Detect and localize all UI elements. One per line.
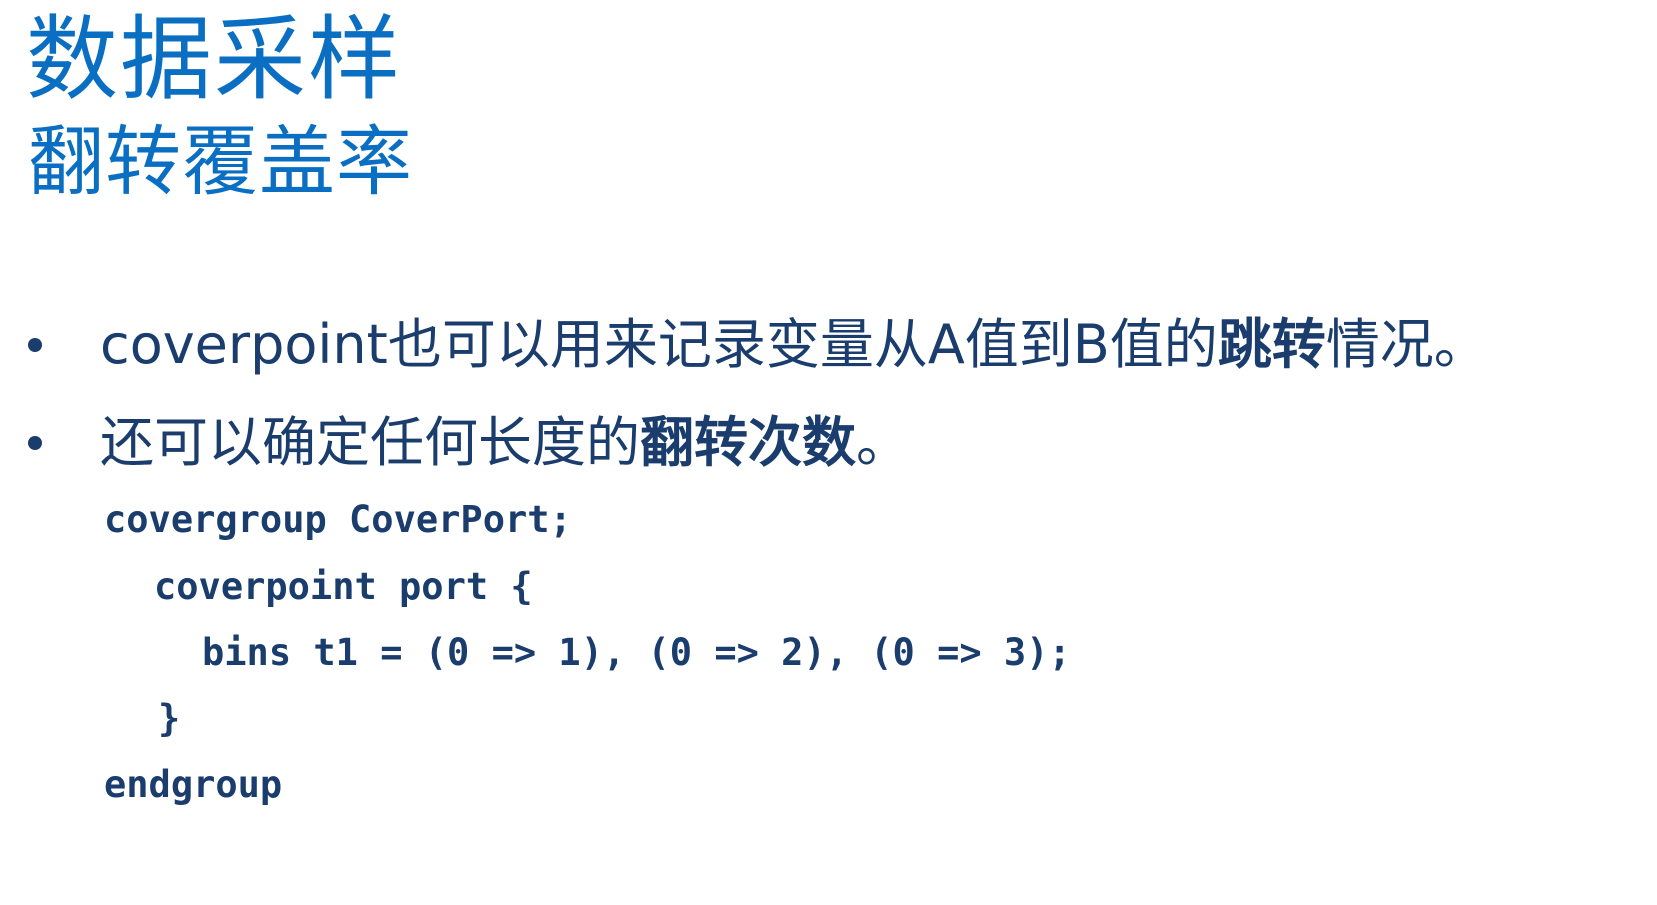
slide: 数据采样 翻转覆盖率 coverpoint也可以用来记录变量从A值到B值的跳转情… [0, 0, 1657, 905]
code-line: coverpoint port { [154, 565, 533, 608]
slide-title: 数据采样 [26, 6, 403, 113]
code-line: endgroup [104, 763, 283, 806]
bullet-text: 还可以确定任何长度的翻转次数。 [100, 408, 910, 478]
bullet-text: coverpoint也可以用来记录变量从A值到B值的跳转情况。 [100, 310, 1488, 380]
bullet-text-bold: 跳转 [1217, 313, 1326, 376]
bullet-text-part: coverpoint也可以用来记录变量从A值到B值的 [100, 313, 1218, 376]
bullet-text-part: 情况。 [1325, 313, 1488, 376]
code-line: } [158, 697, 181, 740]
code-line: covergroup CoverPort; [104, 498, 572, 541]
code-line: bins t1 = (0 => 1), (0 => 2), (0 => 3); [202, 631, 1071, 674]
slide-subtitle: 翻转覆盖率 [28, 117, 413, 206]
bullet-text-bold: 翻转次数 [640, 411, 856, 474]
bullet-dot-icon [28, 436, 42, 450]
bullet-dot-icon [28, 338, 42, 352]
bullet-text-part: 还可以确定任何长度的 [100, 411, 640, 474]
bullet-text-part: 。 [856, 411, 910, 474]
